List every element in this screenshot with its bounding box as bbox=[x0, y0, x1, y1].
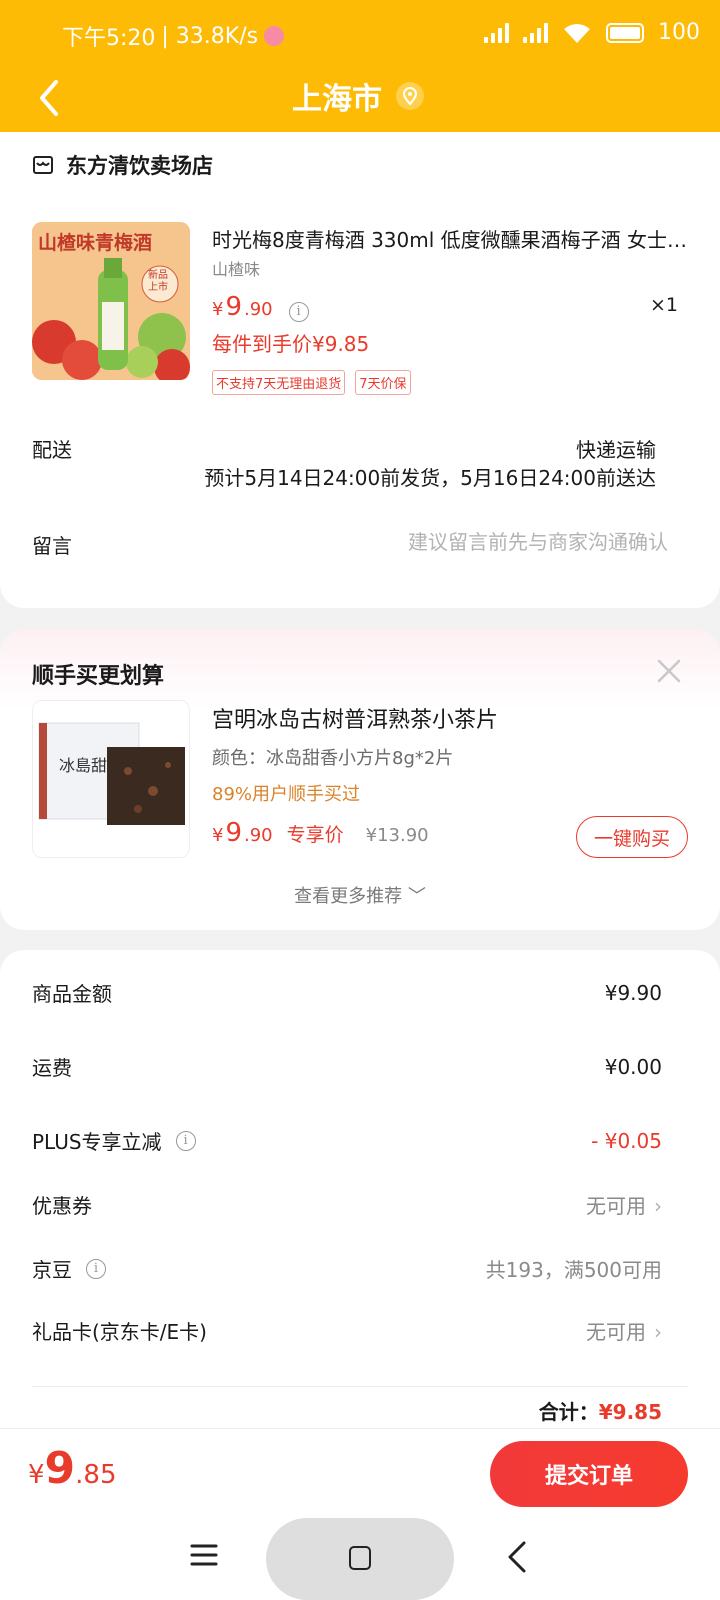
note-label: 留言 bbox=[32, 534, 72, 558]
jd-beans-value: 共193，满500可用 bbox=[485, 1258, 662, 1282]
svg-text:冰島甜: 冰島甜 bbox=[59, 756, 107, 775]
status-bar: 下午5:20 | 33.8K/s 100 bbox=[0, 14, 720, 56]
shipping-value: ¥0.00 bbox=[604, 1054, 662, 1079]
tag-no-return: 不支持7天无理由退货 bbox=[212, 370, 346, 395]
plus-discount-label: PLUS专享立减 bbox=[32, 1130, 162, 1154]
status-time: 下午5:20 bbox=[62, 26, 156, 51]
coupon-label: 优惠券 bbox=[32, 1194, 92, 1218]
divider bbox=[32, 1386, 688, 1387]
wifi-icon bbox=[564, 23, 590, 43]
total-value: ¥9.85 bbox=[598, 1400, 662, 1424]
goods-amount-row: 商品金额 ¥9.90 bbox=[32, 978, 662, 1007]
submit-order-button[interactable]: 提交订单 bbox=[490, 1441, 688, 1507]
product-title[interactable]: 时光梅8度青梅酒 330ml 低度微醺果酒梅子酒 女士甜酒 bbox=[212, 224, 692, 253]
original-price: ¥13.90 bbox=[365, 825, 429, 846]
product-tags: 不支持7天无理由退货 7天价保 bbox=[212, 370, 411, 395]
price-symbol: ¥ bbox=[212, 825, 224, 846]
store-name: 东方清饮卖场店 bbox=[66, 154, 213, 178]
page-title: 上海市 bbox=[292, 82, 382, 117]
info-icon[interactable]: i bbox=[175, 1130, 196, 1151]
header: 下午5:20 | 33.8K/s 100 上海市 bbox=[0, 0, 720, 138]
order-card: 东方清饮卖场店 山楂味青梅酒 新品上市 时光梅8度青梅酒 330ml 低度微醺果… bbox=[0, 132, 720, 608]
price-integer: 9 bbox=[225, 818, 242, 848]
network-speed: | 33.8K/s bbox=[161, 23, 259, 49]
pay-amount: ¥ 9 .85 bbox=[28, 1443, 117, 1494]
navbar: 上海市 bbox=[0, 70, 720, 126]
home-icon[interactable] bbox=[349, 1546, 371, 1570]
more-recommend-link[interactable]: 查看更多推荐 ﹀ bbox=[0, 882, 720, 908]
checkout-bar: ¥ 9 .85 提交订单 bbox=[0, 1428, 720, 1518]
summary-card: 商品金额 ¥9.90 运费 ¥0.00 PLUS专享立减 i - ¥0.05 优… bbox=[0, 950, 720, 1490]
menu-icon[interactable] bbox=[190, 1542, 218, 1568]
info-icon[interactable]: i bbox=[86, 1258, 106, 1279]
price-decimal: .90 bbox=[244, 299, 273, 320]
exclusive-label: 专享价 bbox=[286, 824, 344, 846]
total-row: 合计：¥9.85 bbox=[539, 1396, 662, 1425]
system-nav-bar bbox=[0, 1518, 720, 1600]
location-icon bbox=[396, 82, 424, 110]
product-image-banner: 山楂味青梅酒 bbox=[38, 232, 153, 254]
quantity: ×1 bbox=[649, 294, 678, 316]
recommend-social-proof: 89%用户顺手买过 bbox=[212, 784, 361, 805]
nav-title-wrap[interactable]: 上海市 bbox=[292, 74, 424, 118]
recommend-card: 顺手买更划算 冰島甜 宫明冰岛古树普洱熟茶小茶片 颜色：冰岛甜香小方片8g*2片… bbox=[0, 630, 720, 930]
product-price: ¥ 9 .90 i bbox=[212, 292, 309, 322]
plus-discount-value: - ¥0.05 bbox=[591, 1128, 662, 1153]
shipping-label: 运费 bbox=[32, 1056, 72, 1080]
one-click-buy-button[interactable]: 一键购买 bbox=[576, 816, 688, 858]
chevron-right-icon: › bbox=[654, 1320, 662, 1344]
close-icon[interactable] bbox=[656, 658, 682, 684]
coupon-value-wrap: 无可用 › bbox=[586, 1190, 662, 1219]
tag-price-protect: 7天价保 bbox=[355, 370, 411, 395]
store-row[interactable]: 东方清饮卖场店 bbox=[32, 150, 213, 180]
battery-icon bbox=[606, 22, 644, 43]
store-icon bbox=[33, 156, 53, 174]
recommend-image[interactable]: 冰島甜 bbox=[32, 700, 190, 858]
goods-amount-value: ¥9.90 bbox=[604, 980, 662, 1005]
price-symbol: ¥ bbox=[28, 1460, 45, 1490]
jd-beans-label: 京豆 bbox=[32, 1258, 72, 1282]
unit-price: 每件到手价¥9.85 bbox=[212, 332, 370, 356]
notification-icon bbox=[264, 26, 285, 46]
battery-level: 100 bbox=[658, 20, 700, 45]
goods-amount-label: 商品金额 bbox=[32, 982, 112, 1006]
gift-card-value: 无可用 bbox=[586, 1320, 646, 1344]
recommend-title: 顺手买更划算 bbox=[32, 664, 165, 689]
status-left: 下午5:20 | 33.8K/s bbox=[62, 20, 285, 52]
recommend-name[interactable]: 宫明冰岛古树普洱熟茶小茶片 bbox=[212, 702, 498, 734]
plus-discount-label-wrap: PLUS专享立减 i bbox=[32, 1126, 196, 1155]
status-right: 100 bbox=[484, 20, 700, 45]
back-icon[interactable] bbox=[32, 76, 68, 120]
price-symbol: ¥ bbox=[212, 299, 224, 320]
product-image[interactable]: 山楂味青梅酒 新品上市 bbox=[32, 222, 190, 380]
plus-discount-row: PLUS专享立减 i - ¥0.05 bbox=[32, 1126, 662, 1155]
product-image-badge: 新品上市 bbox=[148, 270, 168, 293]
total-label: 合计： bbox=[538, 1400, 599, 1424]
shipping-row: 运费 ¥0.00 bbox=[32, 1052, 662, 1081]
info-icon[interactable]: i bbox=[288, 301, 309, 322]
recommend-price: ¥ 9 .90 专享价 ¥13.90 bbox=[212, 818, 429, 848]
recommend-spec: 颜色：冰岛甜香小方片8g*2片 bbox=[212, 748, 454, 769]
coupon-value: 无可用 bbox=[586, 1194, 646, 1218]
jd-beans-label-wrap: 京豆 i bbox=[32, 1254, 106, 1283]
gift-card-value-wrap: 无可用 › bbox=[586, 1316, 662, 1345]
delivery-label: 配送 bbox=[32, 438, 72, 462]
price-integer: 9 bbox=[225, 292, 242, 322]
chevron-right-icon: › bbox=[654, 1194, 662, 1218]
price-decimal: .90 bbox=[244, 825, 273, 846]
jd-beans-row: 京豆 i 共193，满500可用 bbox=[32, 1254, 662, 1283]
signal-icon-2 bbox=[523, 22, 548, 43]
price-decimal: .85 bbox=[75, 1460, 117, 1490]
price-integer: 9 bbox=[44, 1443, 76, 1494]
delivery-eta: 预计5月14日24:00前发货，5月16日24:00前送达 bbox=[204, 466, 656, 490]
gift-card-label: 礼品卡(京东卡/E卡) bbox=[32, 1320, 207, 1344]
system-back-icon[interactable] bbox=[504, 1540, 530, 1574]
note-input[interactable] bbox=[228, 530, 668, 554]
product-spec: 山楂味 bbox=[212, 260, 261, 279]
signal-icon bbox=[484, 22, 509, 43]
coupon-row[interactable]: 优惠券 无可用 › bbox=[32, 1190, 662, 1219]
delivery-method[interactable]: 快递运输 bbox=[576, 434, 656, 463]
gift-card-row[interactable]: 礼品卡(京东卡/E卡) 无可用 › bbox=[32, 1316, 662, 1345]
